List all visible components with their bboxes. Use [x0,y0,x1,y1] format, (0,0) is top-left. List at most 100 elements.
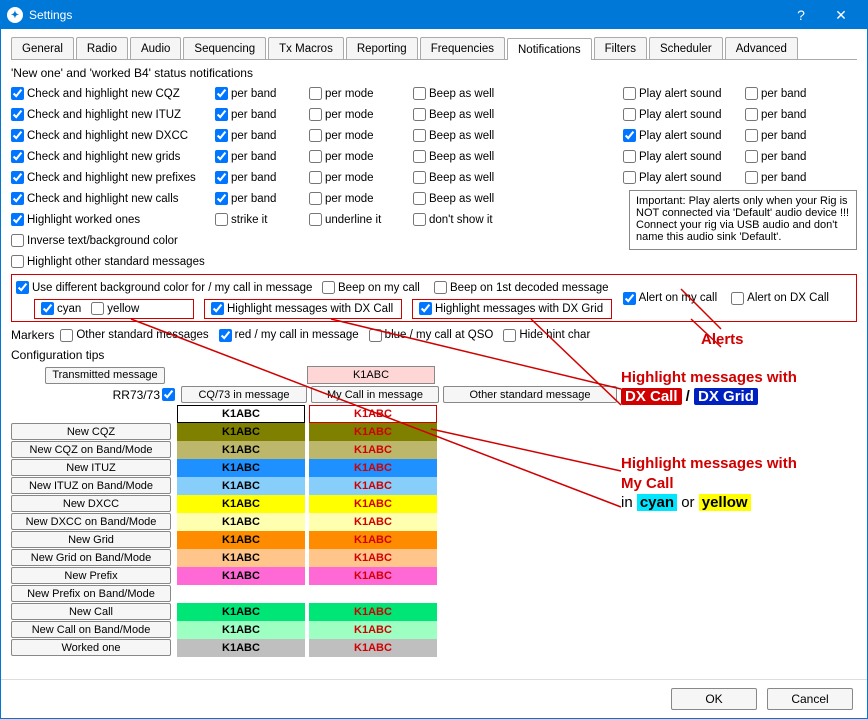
tab-frequencies[interactable]: Frequencies [420,37,505,59]
swatch-7-b[interactable]: K1ABC [309,531,437,549]
otherstd-btn[interactable]: Other standard message [443,386,617,403]
row5-beep[interactable] [413,192,426,205]
color-btn-10[interactable]: New Prefix on Band/Mode [11,585,171,602]
row0-perband2[interactable] [745,87,758,100]
beep-my-check[interactable] [322,281,335,294]
swatch-4-a[interactable]: K1ABC [177,477,305,495]
tab-notifications[interactable]: Notifications [507,38,592,60]
color-btn-8[interactable]: New Grid on Band/Mode [11,549,171,566]
alert-my-check[interactable] [623,292,636,305]
row0-permode[interactable] [309,87,322,100]
close-button[interactable]: ✕ [821,1,861,29]
markers-otherstd-check[interactable] [60,329,73,342]
row1-perband2[interactable] [745,108,758,121]
row5-permode[interactable] [309,192,322,205]
color-btn-7[interactable]: New Grid [11,531,171,548]
mycall-btn[interactable]: My Call in message [311,386,439,403]
color-btn-3[interactable]: New ITUZ [11,459,171,476]
swatch-12-a[interactable]: K1ABC [177,621,305,639]
yellow-check[interactable] [91,302,104,315]
dontshow-check[interactable] [413,213,426,226]
hl-dx-grid-check[interactable] [419,302,432,315]
swatch-13-a[interactable]: K1ABC [177,639,305,657]
swatch-5-b[interactable]: K1ABC [309,495,437,513]
markers-blue-check[interactable] [369,329,382,342]
row2-permode[interactable] [309,129,322,142]
swatch-13-b[interactable]: K1ABC [309,639,437,657]
row3-perband2[interactable] [745,150,758,163]
help-button[interactable]: ? [781,1,821,29]
row3-check[interactable] [11,150,24,163]
row2-check[interactable] [11,129,24,142]
swatch-12-b[interactable]: K1ABC [309,621,437,639]
color-btn-1[interactable]: New CQZ [11,423,171,440]
tab-scheduler[interactable]: Scheduler [649,37,723,59]
beep-1st-check[interactable] [434,281,447,294]
row0-perband[interactable] [215,87,228,100]
alert-dx-check[interactable] [731,292,744,305]
row2-beep[interactable] [413,129,426,142]
underline-check[interactable] [309,213,322,226]
row4-beep[interactable] [413,171,426,184]
row4-check[interactable] [11,171,24,184]
color-btn-12[interactable]: New Call on Band/Mode [11,621,171,638]
swatch-5-a[interactable]: K1ABC [177,495,305,513]
tab-advanced[interactable]: Advanced [725,37,798,59]
swatch-1-a[interactable]: K1ABC [177,423,305,441]
hl-dx-call-check[interactable] [211,302,224,315]
row2-perband[interactable] [215,129,228,142]
cancel-button[interactable]: Cancel [767,688,853,710]
tab-tx-macros[interactable]: Tx Macros [268,37,344,59]
swatch-8-a[interactable]: K1ABC [177,549,305,567]
row1-beep[interactable] [413,108,426,121]
inverse-check[interactable] [11,234,24,247]
row2-play[interactable] [623,129,636,142]
hl-other-std-check[interactable] [11,255,24,268]
tab-general[interactable]: General [11,37,74,59]
rr73-check[interactable] [162,388,175,401]
row4-perband2[interactable] [745,171,758,184]
highlight-worked-check[interactable] [11,213,24,226]
row3-beep[interactable] [413,150,426,163]
swatch-3-b[interactable]: K1ABC [309,459,437,477]
transmitted-btn[interactable]: Transmitted message [45,367,165,384]
swatch-6-b[interactable]: K1ABC [309,513,437,531]
color-btn-5[interactable]: New DXCC [11,495,171,512]
row4-perband[interactable] [215,171,228,184]
row1-play[interactable] [623,108,636,121]
row4-play[interactable] [623,171,636,184]
row0-play[interactable] [623,87,636,100]
ok-button[interactable]: OK [671,688,757,710]
swatch-4-b[interactable]: K1ABC [309,477,437,495]
diffbg-check[interactable] [16,281,29,294]
swatch-9-b[interactable]: K1ABC [309,567,437,585]
color-btn-13[interactable]: Worked one [11,639,171,656]
tab-sequencing[interactable]: Sequencing [183,37,266,59]
color-btn-2[interactable]: New CQZ on Band/Mode [11,441,171,458]
markers-red-check[interactable] [219,329,232,342]
strike-check[interactable] [215,213,228,226]
row0-check[interactable] [11,87,24,100]
swatch-7-a[interactable]: K1ABC [177,531,305,549]
color-btn-9[interactable]: New Prefix [11,567,171,584]
row1-perband[interactable] [215,108,228,121]
color-btn-4[interactable]: New ITUZ on Band/Mode [11,477,171,494]
row5-check[interactable] [11,192,24,205]
swatch-2-b[interactable]: K1ABC [309,441,437,459]
markers-hide-check[interactable] [503,329,516,342]
color-btn-11[interactable]: New Call [11,603,171,620]
swatch-0-b[interactable]: K1ABC [309,405,437,423]
swatch-6-a[interactable]: K1ABC [177,513,305,531]
row0-beep[interactable] [413,87,426,100]
swatch-11-a[interactable]: K1ABC [177,603,305,621]
tab-radio[interactable]: Radio [76,37,128,59]
swatch-9-a[interactable]: K1ABC [177,567,305,585]
row1-permode[interactable] [309,108,322,121]
tab-filters[interactable]: Filters [594,37,647,59]
swatch-0-a[interactable]: K1ABC [177,405,305,423]
row5-perband[interactable] [215,192,228,205]
swatch-1-b[interactable]: K1ABC [309,423,437,441]
tab-reporting[interactable]: Reporting [346,37,418,59]
row1-check[interactable] [11,108,24,121]
swatch-11-b[interactable]: K1ABC [309,603,437,621]
